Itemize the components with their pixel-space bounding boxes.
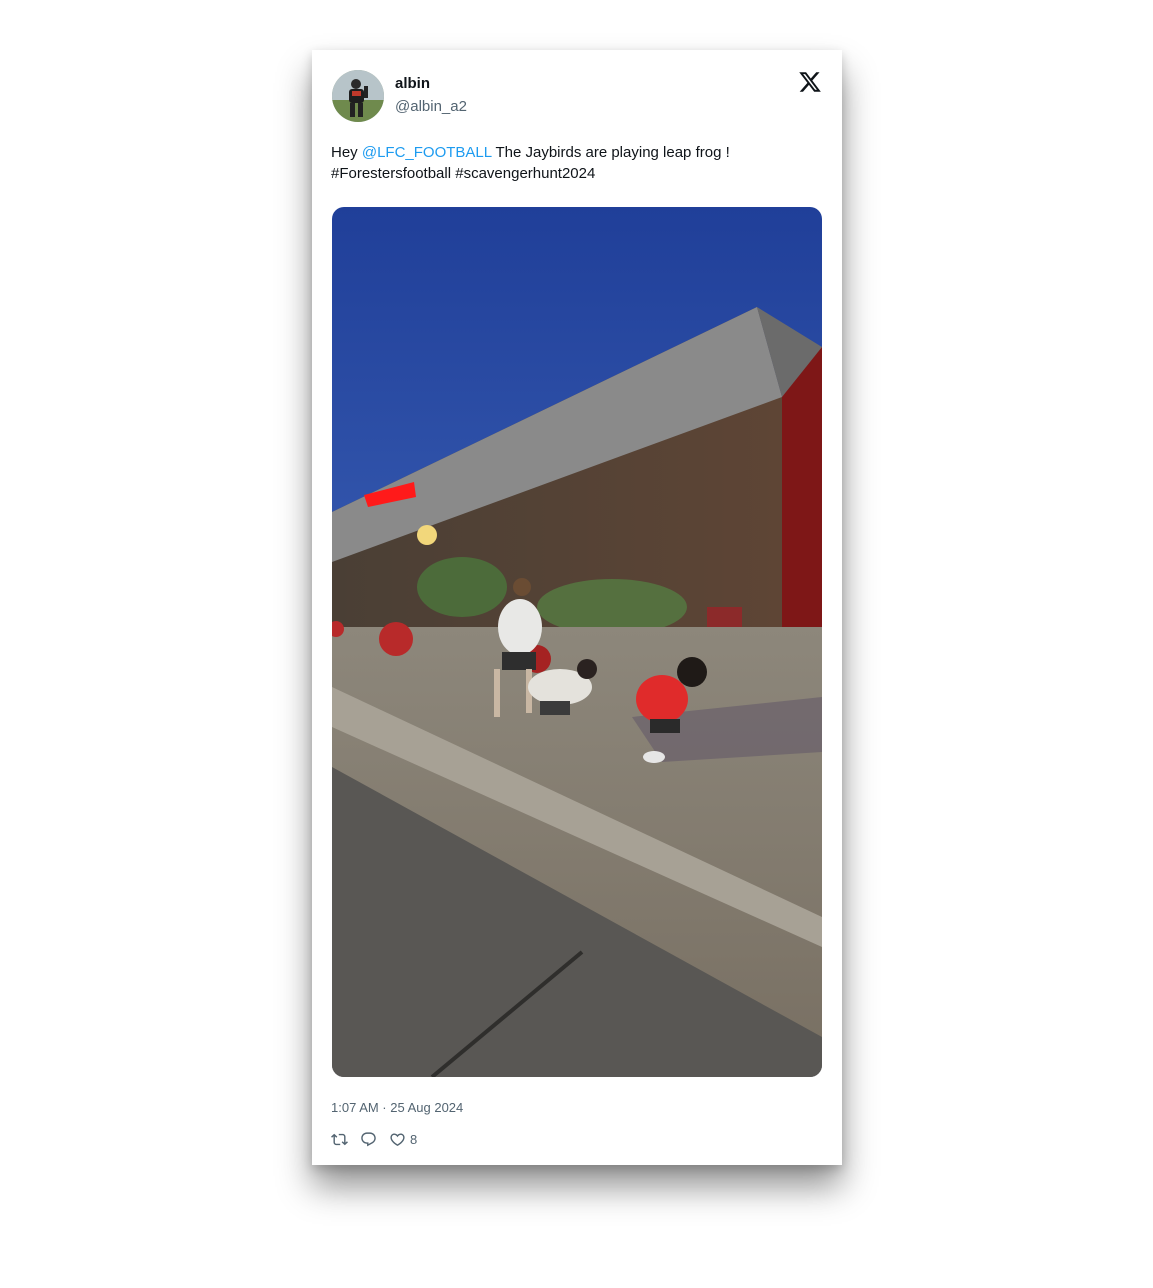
user-handle[interactable]: @albin_a2 bbox=[395, 98, 467, 115]
heart-icon bbox=[390, 1132, 405, 1146]
retweet-icon bbox=[331, 1133, 348, 1145]
reply-icon bbox=[361, 1131, 376, 1146]
video-frame bbox=[332, 207, 822, 1077]
retweet-button[interactable] bbox=[331, 1131, 348, 1148]
tweet-actions: 8 bbox=[331, 1129, 429, 1149]
tweet-text-prefix: Hey bbox=[331, 144, 362, 161]
like-count: 8 bbox=[410, 1131, 418, 1147]
like-button[interactable]: 8 bbox=[389, 1131, 417, 1148]
reply-button[interactable] bbox=[360, 1131, 377, 1148]
tweet-timestamp[interactable]: 1:07 AM · 25 Aug 2024 bbox=[331, 1100, 463, 1115]
tweet-card: albin @albin_a2 Hey @LFC_FOOTBALL The Ja… bbox=[312, 50, 842, 1165]
tweet-text-suffix: The Jaybirds are playing leap frog ! bbox=[491, 144, 730, 161]
tweet-video[interactable] bbox=[332, 207, 822, 1077]
avatar[interactable] bbox=[332, 70, 384, 122]
display-name[interactable]: albin bbox=[395, 75, 430, 92]
mention-link[interactable]: @LFC_FOOTBALL bbox=[362, 144, 492, 161]
tweet-hashtags[interactable]: #Forestersfootball #scavengerhunt2024 bbox=[331, 165, 595, 182]
tweet-text: Hey @LFC_FOOTBALL The Jaybirds are playi… bbox=[331, 142, 821, 184]
x-logo-icon[interactable] bbox=[798, 70, 822, 94]
avatar-image bbox=[332, 70, 384, 122]
